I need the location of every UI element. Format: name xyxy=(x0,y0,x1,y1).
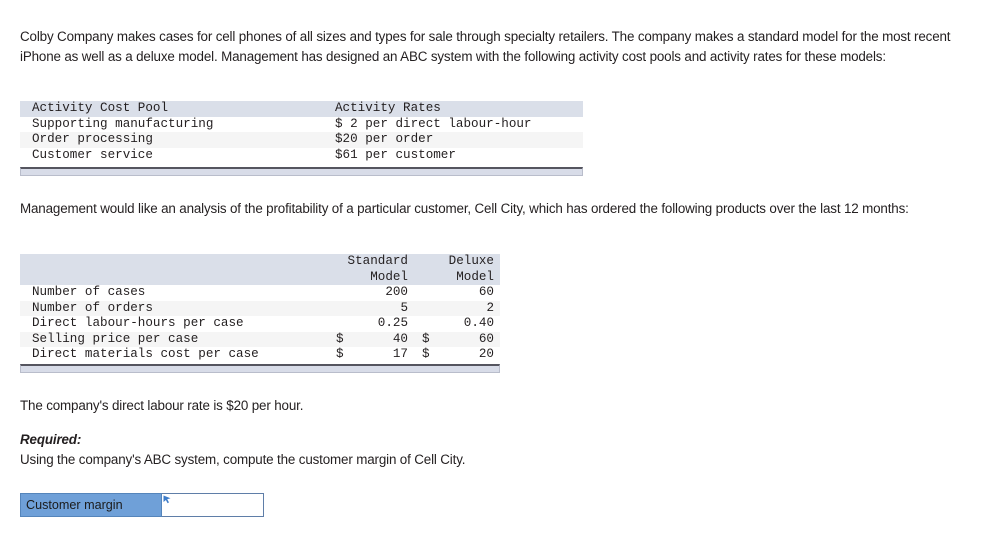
customer-products-table: Standard Deluxe Model Model Number of ca… xyxy=(20,254,500,363)
activity-cost-pool-table: Activity Cost Pool Activity Rates Suppor… xyxy=(20,101,583,163)
table-row: Selling price per case $40 $60 xyxy=(20,331,500,347)
table-row: Number of orders 5 2 xyxy=(20,300,500,316)
answer-entry-row: Customer margin xyxy=(20,493,264,517)
column-header-blank xyxy=(20,254,328,270)
row-label: Number of orders xyxy=(20,300,328,316)
column-header-deluxe-line1: Deluxe xyxy=(414,254,500,270)
row-value-standard: 5 xyxy=(328,300,414,316)
row-value-standard: $17 xyxy=(328,347,414,363)
value-text: 20 xyxy=(478,347,494,361)
value-text: 17 xyxy=(392,347,408,361)
activity-table-footer-bar xyxy=(20,167,583,176)
row-value-deluxe: $20 xyxy=(414,347,500,363)
value-text: 2 xyxy=(486,300,494,315)
table-row: Direct materials cost per case $17 $20 xyxy=(20,347,500,363)
table-row: Direct labour-hours per case 0.25 0.40 xyxy=(20,316,500,332)
row-label: Direct materials cost per case xyxy=(20,347,328,363)
labour-rate-paragraph: The company's direct labour rate is $20 … xyxy=(20,398,304,413)
value-text: 60 xyxy=(478,285,494,299)
intro-paragraph: Colby Company makes cases for cell phone… xyxy=(20,29,951,64)
table-row: Number of cases 200 60 xyxy=(20,285,500,301)
analysis-paragraph: Management would like an analysis of the… xyxy=(20,201,909,216)
column-header-standard-line2: Model xyxy=(328,269,414,285)
question-page: Colby Company makes cases for cell phone… xyxy=(0,0,985,549)
customer-margin-input-cell[interactable] xyxy=(162,493,264,517)
value-text: 5 xyxy=(400,300,408,315)
currency-symbol: $ xyxy=(422,331,430,346)
row-label: Supporting manufacturing xyxy=(20,116,323,132)
value-text: 200 xyxy=(385,285,408,299)
table-header-row-line2: Model Model xyxy=(20,269,500,285)
currency-symbol: $ xyxy=(422,347,430,361)
table-header-row: Activity Cost Pool Activity Rates xyxy=(20,101,583,117)
row-label: Number of cases xyxy=(20,285,328,301)
value-text: 60 xyxy=(478,331,494,346)
table-row: Order processing $20 per order xyxy=(20,132,583,148)
row-label: Order processing xyxy=(20,132,323,148)
currency-symbol: $ xyxy=(336,347,344,361)
customer-table-footer-bar xyxy=(20,364,500,373)
row-value-standard: 200 xyxy=(328,285,414,301)
value-text: 0.40 xyxy=(463,316,494,330)
column-header-deluxe-line2: Model xyxy=(414,269,500,285)
row-value-standard: $40 xyxy=(328,331,414,347)
row-value: $ 2 per direct labour-hour xyxy=(323,116,583,132)
required-instruction: Using the company's ABC system, compute … xyxy=(20,452,466,467)
row-value-standard: 0.25 xyxy=(328,316,414,332)
table-row: Customer service $61 per customer xyxy=(20,147,583,163)
row-value-deluxe: 60 xyxy=(414,285,500,301)
row-label: Direct labour-hours per case xyxy=(20,316,328,332)
row-value-deluxe: $60 xyxy=(414,331,500,347)
column-header-blank-2 xyxy=(20,269,328,285)
row-value-deluxe: 0.40 xyxy=(414,316,500,332)
row-value-deluxe: 2 xyxy=(414,300,500,316)
value-text: 40 xyxy=(392,331,408,346)
table-row: Supporting manufacturing $ 2 per direct … xyxy=(20,116,583,132)
column-header-standard-line1: Standard xyxy=(328,254,414,270)
customer-margin-label: Customer margin xyxy=(20,493,162,517)
column-header-activity-cost-pool: Activity Cost Pool xyxy=(20,101,323,117)
column-header-activity-rates: Activity Rates xyxy=(323,101,583,117)
row-value: $20 per order xyxy=(323,132,583,148)
currency-symbol: $ xyxy=(336,331,344,346)
value-text: 0.25 xyxy=(377,316,408,330)
customer-margin-input[interactable] xyxy=(162,494,263,516)
row-value: $61 per customer xyxy=(323,147,583,163)
row-label: Customer service xyxy=(20,147,323,163)
required-heading: Required: xyxy=(20,432,82,447)
table-header-row-line1: Standard Deluxe xyxy=(20,254,500,270)
row-label: Selling price per case xyxy=(20,331,328,347)
